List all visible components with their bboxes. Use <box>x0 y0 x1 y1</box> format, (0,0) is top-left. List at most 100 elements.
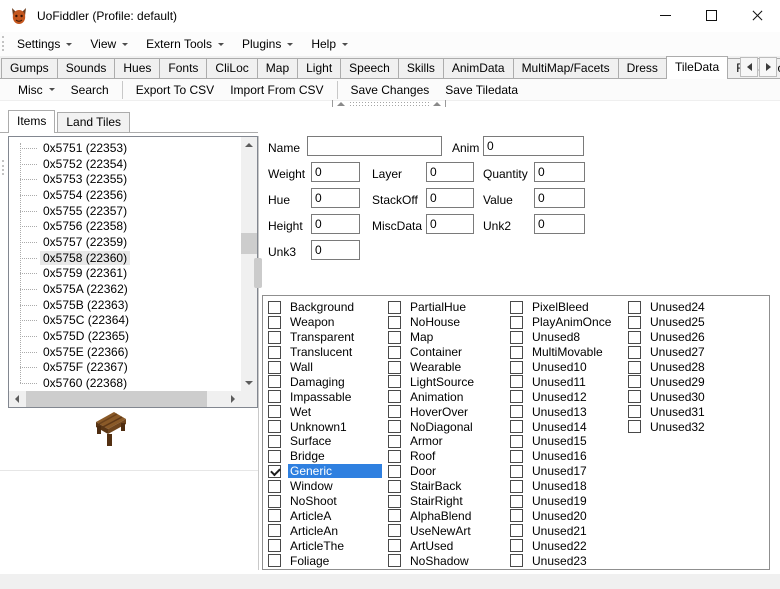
flag-checkbox[interactable] <box>388 495 401 508</box>
tree-item[interactable]: 0x5754 (22356) <box>10 187 240 203</box>
flag-checkbox[interactable] <box>510 480 523 493</box>
name-input[interactable] <box>307 136 442 156</box>
flag-row[interactable]: Damaging <box>268 374 382 389</box>
vertical-splitter-grip[interactable] <box>254 258 262 288</box>
menu-item[interactable]: Help <box>302 33 357 55</box>
flag-row[interactable]: ArticleA <box>268 508 382 523</box>
flag-row[interactable]: ArticleAn <box>268 523 382 538</box>
main-tab[interactable]: Light <box>297 58 341 78</box>
flag-row[interactable]: StairBack <box>388 479 502 494</box>
flag-row[interactable]: Unused13 <box>510 404 624 419</box>
flag-checkbox[interactable] <box>268 435 281 448</box>
horizontal-splitter-grip[interactable] <box>332 100 446 107</box>
search-button[interactable]: Search <box>63 80 117 100</box>
menu-item[interactable]: Plugins <box>233 33 302 55</box>
flag-row[interactable]: Wall <box>268 360 382 375</box>
flag-label[interactable]: Unused31 <box>648 405 707 419</box>
flag-row[interactable]: Map <box>388 330 502 345</box>
flag-label[interactable]: Wearable <box>408 360 463 374</box>
flag-checkbox[interactable] <box>388 509 401 522</box>
flag-label[interactable]: Unused14 <box>530 420 589 434</box>
flag-checkbox[interactable] <box>628 301 641 314</box>
flag-row[interactable]: MultiMovable <box>510 345 624 360</box>
flag-label[interactable]: NoHouse <box>408 315 462 329</box>
flag-label[interactable]: Unused22 <box>530 539 589 553</box>
close-button[interactable] <box>734 0 780 31</box>
flag-row[interactable]: Unused15 <box>510 434 624 449</box>
flag-label[interactable]: Unknown1 <box>288 420 349 434</box>
flag-label[interactable]: UseNewArt <box>408 524 473 538</box>
flag-checkbox[interactable] <box>388 435 401 448</box>
flag-label[interactable]: ArticleAn <box>288 524 340 538</box>
flag-row[interactable]: Window <box>268 479 382 494</box>
flag-label[interactable]: Background <box>288 300 356 314</box>
flag-checkbox[interactable] <box>268 495 281 508</box>
flag-checkbox[interactable] <box>388 301 401 314</box>
flag-checkbox[interactable] <box>388 316 401 329</box>
flag-checkbox[interactable] <box>268 390 281 403</box>
flag-row[interactable]: NoHouse <box>388 315 502 330</box>
flag-row[interactable]: StairRight <box>388 494 502 509</box>
flag-checkbox[interactable] <box>510 375 523 388</box>
flag-label[interactable]: PartialHue <box>408 300 468 314</box>
flag-row[interactable]: NoShadow <box>388 553 502 568</box>
flag-checkbox[interactable] <box>268 375 281 388</box>
import-from-csv-button[interactable]: Import From CSV <box>222 80 331 100</box>
flag-row[interactable]: Unused28 <box>628 360 742 375</box>
flag-row[interactable]: NoDiagonal <box>388 419 502 434</box>
flag-checkbox[interactable] <box>388 539 401 552</box>
flag-checkbox[interactable] <box>510 465 523 478</box>
flag-row[interactable]: PlayAnimOnce <box>510 315 624 330</box>
flag-checkbox[interactable] <box>268 539 281 552</box>
main-tab[interactable]: Sounds <box>57 58 116 78</box>
layer-input[interactable] <box>426 162 474 182</box>
flag-row[interactable]: NoShoot <box>268 494 382 509</box>
hue-input[interactable] <box>311 188 360 208</box>
maximize-button[interactable] <box>688 0 734 31</box>
tree-item[interactable]: 0x5751 (22353) <box>10 140 240 156</box>
main-tab[interactable]: Skills <box>398 58 444 78</box>
flag-checkbox[interactable] <box>510 524 523 537</box>
flag-row[interactable]: Foliage <box>268 553 382 568</box>
flag-label[interactable]: Foliage <box>288 554 331 568</box>
flag-label[interactable]: ArticleThe <box>288 539 346 553</box>
flag-row[interactable]: Unused22 <box>510 538 624 553</box>
flag-checkbox[interactable] <box>510 361 523 374</box>
flag-row[interactable]: Unused29 <box>628 374 742 389</box>
tree-item[interactable]: 0x5756 (22358) <box>10 218 240 234</box>
stackoff-input[interactable] <box>426 188 474 208</box>
flag-label[interactable]: Unused12 <box>530 390 589 404</box>
flag-checkbox[interactable] <box>388 331 401 344</box>
flag-row[interactable]: Roof <box>388 449 502 464</box>
flag-label[interactable]: PlayAnimOnce <box>530 315 613 329</box>
flag-label[interactable]: NoShoot <box>288 494 339 508</box>
flag-label[interactable]: StairRight <box>408 494 465 508</box>
flag-checkbox[interactable] <box>268 554 281 567</box>
flag-row[interactable]: Background <box>268 300 382 315</box>
menu-item[interactable]: Extern Tools <box>137 33 233 55</box>
flag-label[interactable]: Surface <box>288 434 333 448</box>
flag-checkbox[interactable] <box>268 346 281 359</box>
horizontal-scrollbar[interactable] <box>9 391 241 407</box>
scroll-left-button[interactable] <box>9 391 25 407</box>
flag-row[interactable]: UseNewArt <box>388 523 502 538</box>
flag-row[interactable]: Unused32 <box>628 419 742 434</box>
tree-item[interactable]: 0x5760 (22368) <box>10 375 240 391</box>
flag-label[interactable]: Unused8 <box>530 330 582 344</box>
flag-label[interactable]: Roof <box>408 449 437 463</box>
flag-row[interactable]: Unused26 <box>628 330 742 345</box>
flag-label[interactable]: HoverOver <box>408 405 470 419</box>
main-tab[interactable]: CliLoc <box>206 58 257 78</box>
flag-label[interactable]: LightSource <box>408 375 476 389</box>
flag-label[interactable]: Unused11 <box>530 375 588 389</box>
tab-scroll-left-button[interactable] <box>740 57 758 77</box>
flag-label[interactable]: Container <box>408 345 464 359</box>
flag-row[interactable]: LightSource <box>388 374 502 389</box>
weight-input[interactable] <box>311 162 360 182</box>
misc-menu-button[interactable]: Misc <box>10 80 63 100</box>
tab-land-tiles[interactable]: Land Tiles <box>57 112 130 132</box>
flag-checkbox[interactable] <box>268 524 281 537</box>
flag-label[interactable]: Map <box>408 330 435 344</box>
flag-row[interactable]: ArticleThe <box>268 538 382 553</box>
flag-label[interactable]: Unused28 <box>648 360 707 374</box>
